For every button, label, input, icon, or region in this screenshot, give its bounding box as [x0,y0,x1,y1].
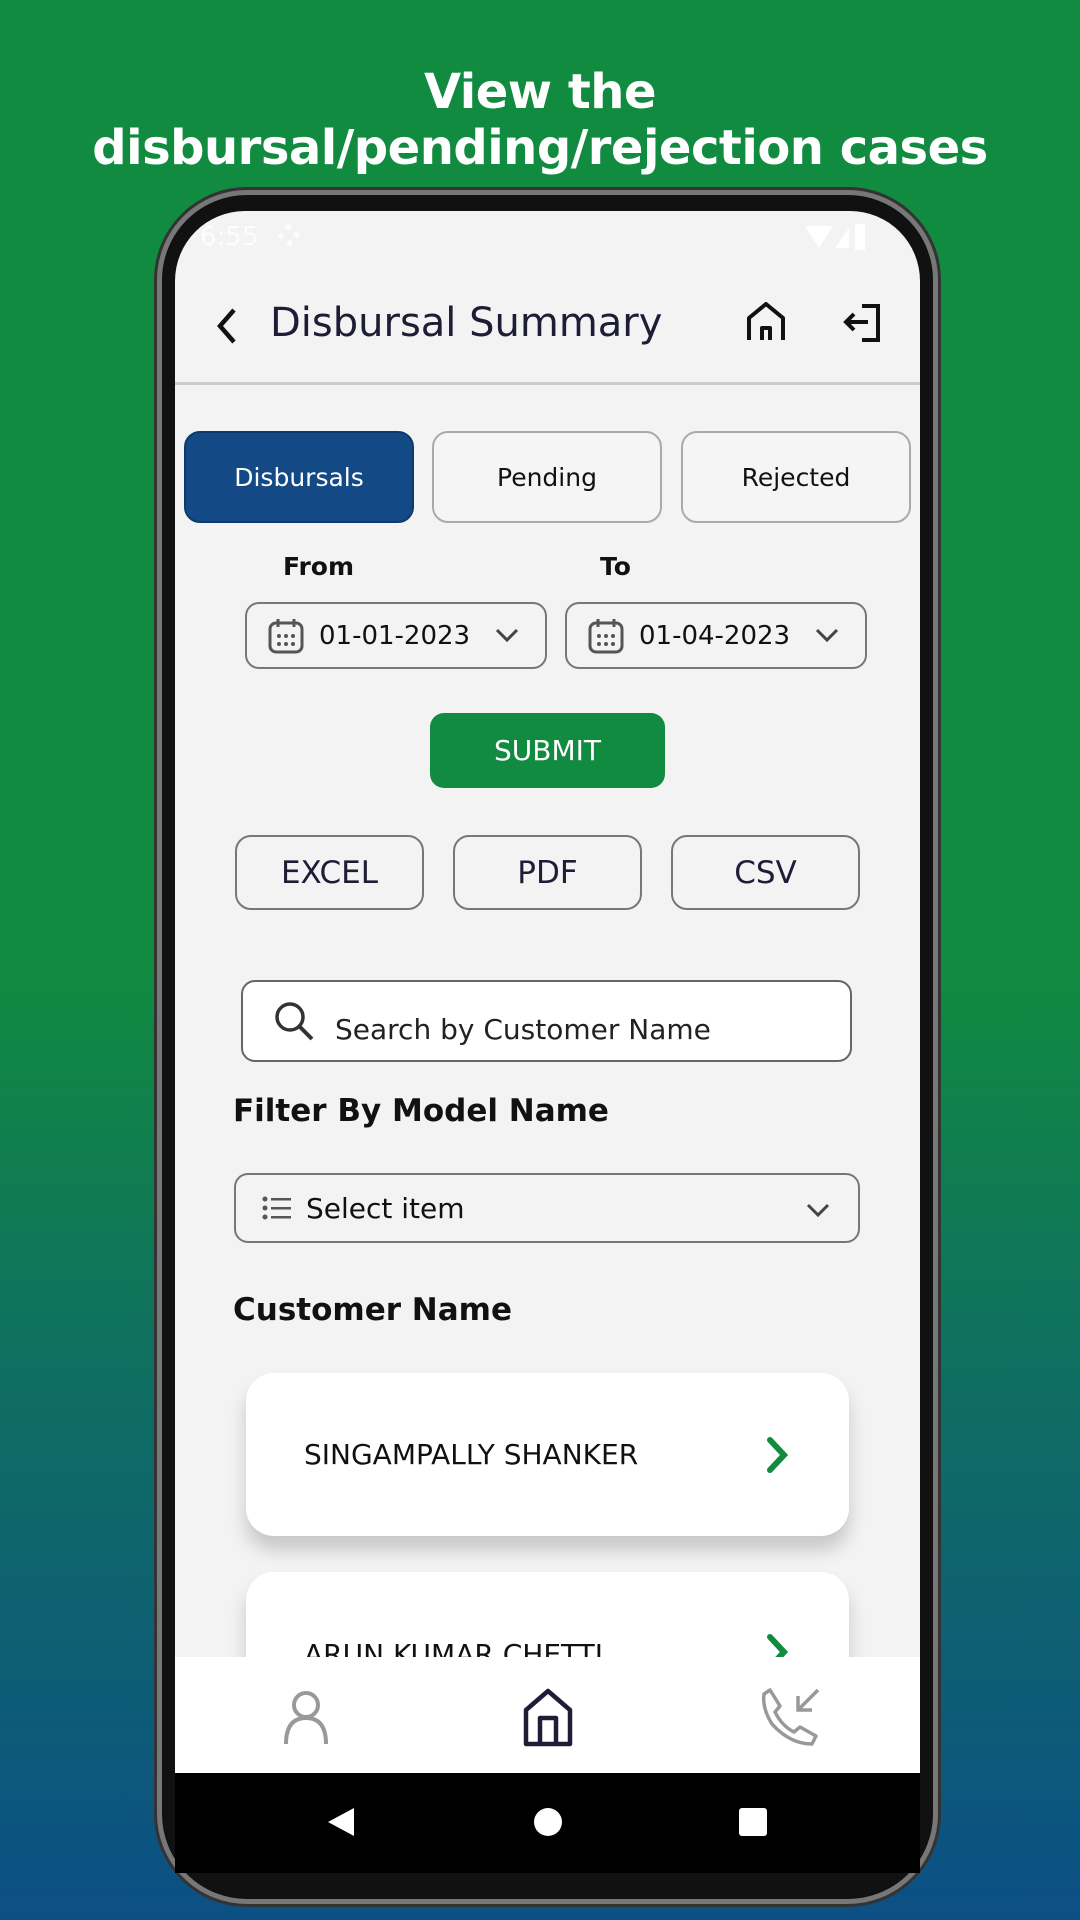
calendar-icon [588,618,624,653]
tab-disbursals[interactable]: Disbursals [184,431,414,523]
promo-headline: View the disbursal/pending/rejection cas… [0,64,1080,176]
to-date-value: 01-04-2023 [639,620,791,651]
export-excel-button[interactable]: EXCEL [235,835,424,910]
calendar-icon [268,618,304,653]
chevron-down-icon [495,628,519,643]
list-icon [262,1196,291,1220]
to-label: To [600,552,631,581]
android-home-icon[interactable] [534,1808,562,1836]
android-back-icon[interactable] [326,1806,356,1838]
search-placeholder: Search by Customer Name [335,1012,711,1046]
page-title: Disbursal Summary [270,300,663,346]
header-divider [175,382,920,385]
tab-rejected[interactable]: Rejected [681,431,911,523]
settings-icon [278,224,300,246]
select-placeholder: Select item [306,1191,465,1225]
to-date-picker[interactable]: 01-04-2023 [565,602,867,669]
export-pdf-button[interactable]: PDF [453,835,642,910]
chevron-right-icon [767,1436,789,1473]
status-time: 6:55 [200,222,259,252]
android-recents-icon[interactable] [739,1808,767,1836]
chevron-down-icon [815,628,839,643]
from-label: From [283,552,355,581]
headline-line2: disbursal/pending/rejection cases [92,120,988,176]
search-icon [275,1002,314,1041]
submit-button[interactable]: SUBMIT [430,713,665,788]
filter-label: Filter By Model Name [233,1093,609,1129]
chevron-down-icon [806,1203,830,1218]
home-nav-icon[interactable] [522,1688,574,1748]
back-icon[interactable] [212,306,242,346]
incoming-call-icon[interactable] [760,1686,822,1748]
from-date-picker[interactable]: 01-01-2023 [245,602,547,669]
search-input[interactable]: Search by Customer Name [241,980,852,1062]
tab-pending[interactable]: Pending [432,431,662,523]
customer-name-label: Customer Name [233,1292,512,1328]
profile-icon[interactable] [283,1690,329,1746]
model-select[interactable]: Select item [234,1173,860,1243]
home-icon[interactable] [744,300,788,346]
export-csv-button[interactable]: CSV [671,835,860,910]
headline-line1: View the [423,64,657,120]
customer-name: SINGAMPALLY SHANKER [304,1438,639,1471]
from-date-value: 01-01-2023 [319,620,471,651]
logout-icon[interactable] [842,300,886,346]
wifi-signal-icon [805,224,865,250]
list-item[interactable]: SINGAMPALLY SHANKER [246,1373,849,1536]
